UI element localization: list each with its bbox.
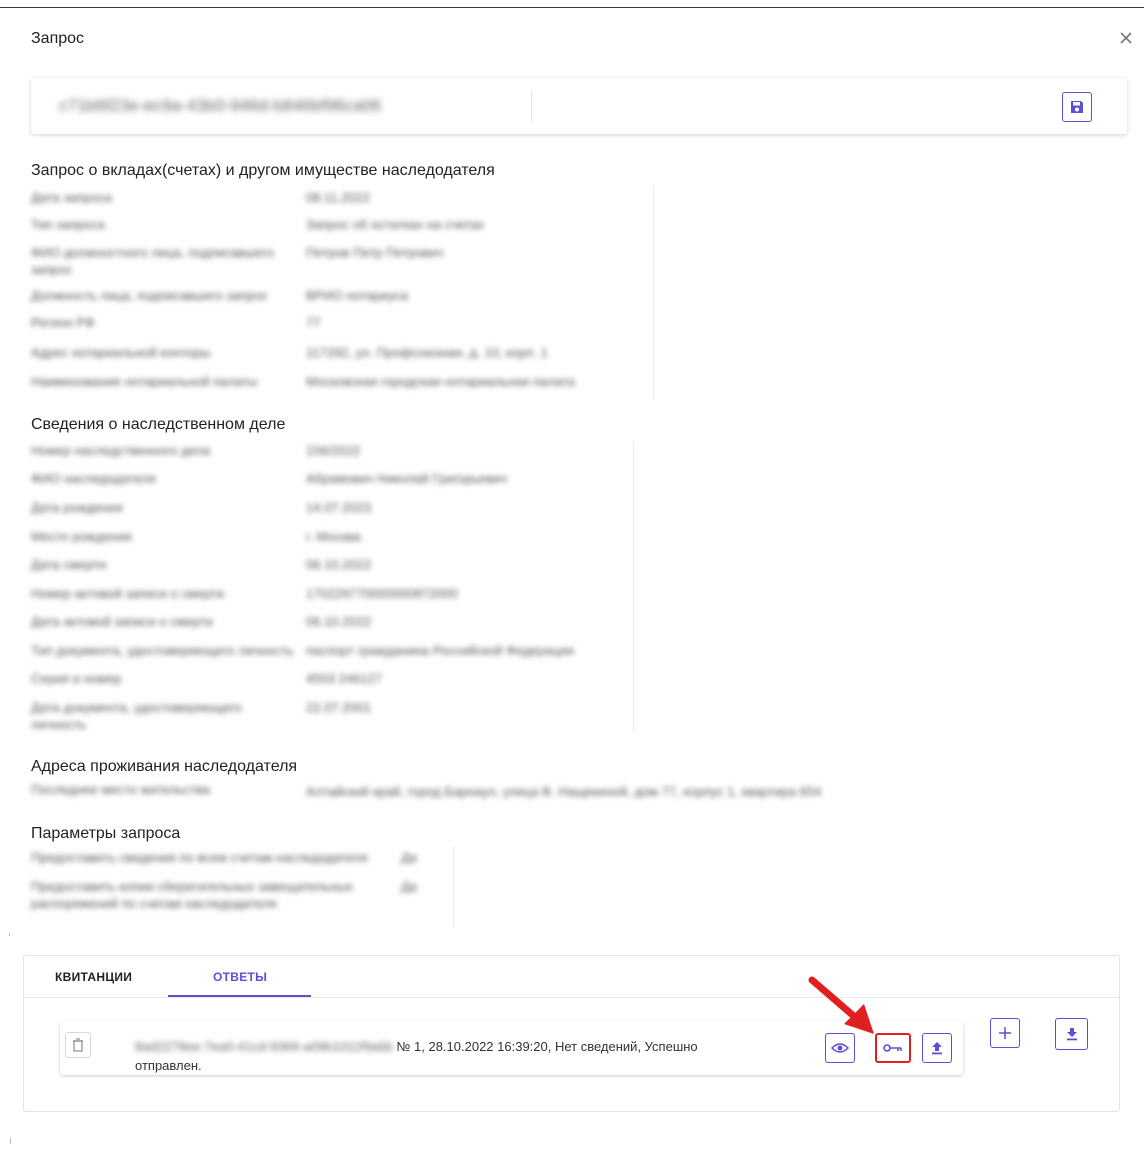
field-value: Московская городская нотариальная палата [306, 374, 575, 389]
answer-id: 8ad2279ee-7ea0-41cd-9369-a09b1011f9a6b [135, 1039, 393, 1054]
answer-details: № 1, 28.10.2022 16:39:20, Нет сведений, … [396, 1039, 698, 1054]
field-label: Дата рождения [31, 500, 123, 515]
section-title-inheritance: Сведения о наследственном деле [31, 416, 286, 433]
field-label: Наименование нотариальной палаты [31, 374, 258, 389]
tabs-divider [24, 997, 1119, 998]
answer-status: отправлен. [135, 1058, 202, 1073]
section-title-deposits: Запрос о вкладах(счетах) и другом имущес… [31, 162, 495, 179]
field-label: Место рождения [31, 529, 132, 544]
trash-icon [73, 1038, 83, 1052]
eye-icon [831, 1043, 849, 1053]
field-label: Адрес нотариальной конторы [31, 345, 211, 360]
field-label: Предоставить копии сберегательных завеща… [31, 879, 353, 911]
field-value: 06.10.2022 [306, 614, 372, 629]
id-divider [531, 90, 532, 122]
field-value: 22.07.2001 [306, 700, 372, 715]
field-label: Последнее место жительства [31, 782, 211, 797]
field-label: Регион РФ [31, 315, 95, 330]
field-label: Дата запроса [31, 190, 112, 205]
field-value: 170229770000000872000 [306, 586, 458, 601]
field-value: 77 [306, 315, 321, 330]
field-value: паспорт гражданина Российской Федерации [306, 643, 575, 658]
field-value: ВРИО нотариуса [306, 288, 409, 303]
download-icon [1066, 1028, 1077, 1041]
download-button[interactable] [1055, 1018, 1088, 1050]
tab-receipts[interactable]: КВИТАНЦИИ [55, 970, 132, 984]
save-button[interactable] [1062, 92, 1092, 122]
field-value: 156/2022 [306, 443, 361, 458]
upload-icon [932, 1042, 942, 1055]
field-label: Дата актовой записи о смерти [31, 614, 213, 629]
field-value: 08.11.2022 [306, 190, 371, 205]
request-id: c71b6f23e-ec9a-43b0-946d-b846bf96ca06 [59, 96, 382, 115]
plus-icon [999, 1027, 1011, 1039]
field-value: Абрамович Николай Григорьевич [306, 471, 508, 486]
field-value: Запрос об остатках на счетах [306, 217, 485, 232]
tab-answers[interactable]: ОТВЕТЫ [213, 970, 267, 984]
field-label: ФИО наследодателя [31, 471, 156, 486]
request-id-card: c71b6f23e-ec9a-43b0-946d-b846bf96ca06 [31, 78, 1127, 134]
answer-text: 8ad2279ee-7ea0-41cd-9369-a09b1011f9a6b №… [135, 1037, 775, 1075]
field-label: Тип запроса [31, 217, 105, 232]
field-label: Серия и номер [31, 671, 122, 686]
section-divider [633, 441, 634, 731]
field-label: Дата смерти [31, 557, 107, 572]
close-icon[interactable] [1116, 28, 1136, 48]
tabs-panel: КВИТАНЦИИ ОТВЕТЫ 8ad2279ee-7ea0-41cd-936… [23, 955, 1120, 1112]
section-title-params: Параметры запроса [31, 825, 181, 842]
field-label: Номер наследственного дела [31, 443, 211, 458]
field-label: Дата документа, удостоверяющего личность [31, 700, 242, 732]
field-label: Тип документа, удостоверяющего личность [31, 643, 294, 658]
field-value: 06.10.2022 [306, 557, 372, 572]
field-label: Должность лица, подписавшего запрос [31, 288, 268, 303]
edge-mark [9, 933, 10, 936]
save-icon [1071, 101, 1083, 113]
delete-button[interactable] [65, 1032, 91, 1058]
annotation-arrow [808, 976, 874, 1034]
field-value: Да [401, 850, 418, 865]
section-divider [453, 846, 454, 928]
field-value: 117292, ул. Профсоюзная, д. 10, корп. 1 [306, 345, 548, 360]
field-label: ФИО должностного лица, подписавшего запр… [31, 245, 274, 277]
field-label: Номер актовой записи о смерти [31, 586, 225, 601]
field-value: Петров Петр Петрович [306, 245, 444, 260]
section-divider [653, 186, 654, 400]
edge-mark [10, 1138, 11, 1144]
field-value: Алтайский край, город Барнаул, улица В. … [306, 784, 822, 799]
section-title-address: Адреса проживания наследодателя [31, 758, 298, 775]
field-value: г. Москва [306, 529, 361, 544]
top-divider [0, 7, 1144, 8]
key-icon [883, 1044, 902, 1052]
field-value: Да [401, 879, 418, 894]
field-value: 14.07.2023 [306, 500, 372, 515]
field-label: Предоставить сведения по всем счетам нас… [31, 850, 368, 865]
field-value: 4503 246127 [306, 671, 382, 686]
upload-button[interactable] [922, 1033, 952, 1063]
dialog-title: Запрос [31, 30, 85, 47]
add-button[interactable] [990, 1018, 1020, 1048]
